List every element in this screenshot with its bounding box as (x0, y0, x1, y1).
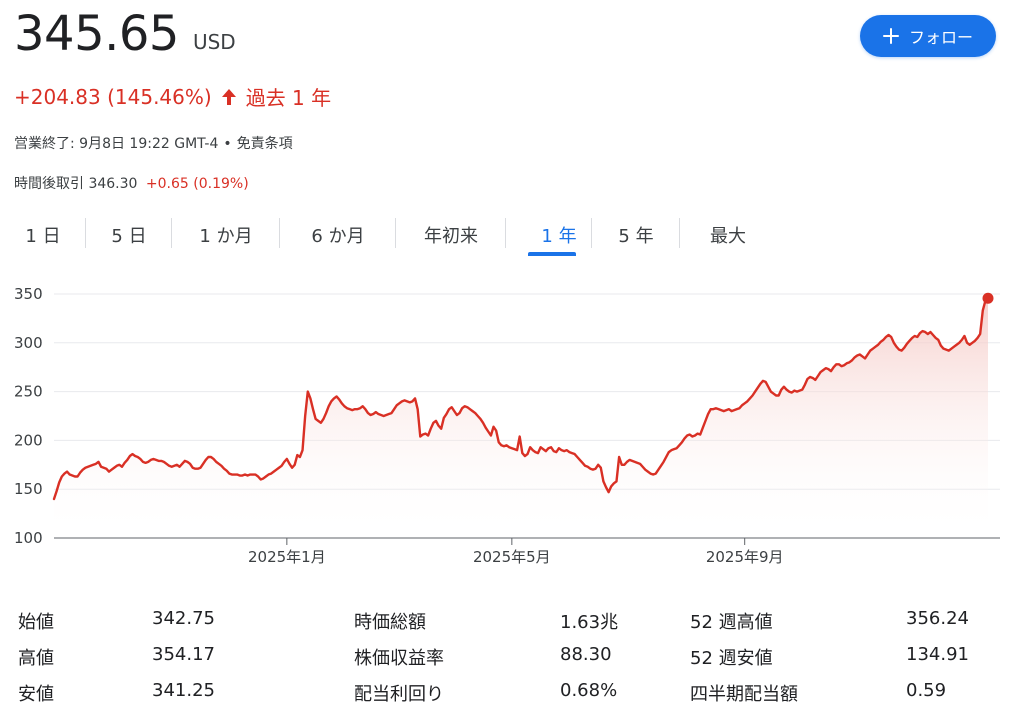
tab-max[interactable]: 最大 (680, 214, 776, 258)
tab-label: 5 日 (111, 226, 147, 247)
tab-1y[interactable]: 1 年 (506, 214, 592, 258)
stat-label-52w-high: 52 週高値 (690, 612, 773, 633)
stat-label-52w-low: 52 週安値 (690, 648, 773, 669)
price-chart[interactable]: 100 150 200 250 300 350 2025年1月 2025年5月 2025年9月 (0, 270, 1024, 580)
current-price: 345.65 (14, 6, 179, 62)
market-status: 営業終了: 9月8日 19:22 GMT-4 (14, 136, 219, 152)
tab-label: 5 年 (618, 226, 654, 247)
separator: • (223, 136, 232, 152)
plus-icon (882, 28, 899, 44)
stat-value-market-cap: 1.63兆 (560, 612, 619, 633)
y-tick-label: 200 (14, 431, 43, 449)
tab-label: 1 か月 (199, 226, 253, 247)
stat-label-quarterly-dividend: 四半期配当額 (690, 684, 798, 705)
after-hours-change: +0.65 (0.19%) (145, 176, 249, 192)
price-change: +204.83 (145.46%) (14, 84, 212, 109)
tab-ytd[interactable]: 年初来 (396, 214, 506, 258)
y-axis: 100 150 200 250 300 350 (14, 285, 43, 547)
x-tick-label: 2025年1月 (248, 548, 326, 566)
tab-1d[interactable]: 1 日 (0, 214, 86, 258)
stat-value-dividend-yield: 0.68% (560, 680, 618, 701)
tab-label: 1 年 (541, 226, 577, 247)
tab-label: 年初来 (424, 226, 478, 247)
last-price-dot (982, 292, 994, 304)
stat-value-pe-ratio: 88.30 (560, 644, 612, 665)
stat-label-pe-ratio: 株価収益率 (354, 648, 444, 669)
arrow-up-icon (220, 87, 238, 107)
tab-label: 最大 (710, 226, 746, 247)
change-period: 過去 1 年 (245, 86, 332, 110)
price-area (54, 298, 988, 538)
stat-value-low: 341.25 (152, 680, 215, 701)
after-hours-row: 時間後取引 346.30 +0.65 (0.19%) (14, 173, 331, 193)
stat-label-market-cap: 時価総額 (354, 612, 426, 633)
stat-value-52w-low: 134.91 (906, 644, 969, 665)
follow-button[interactable]: フォロー (860, 15, 996, 57)
key-stats: 始値 342.75 時価総額 1.63兆 52 週高値 356.24 高値 35… (0, 600, 1024, 720)
y-tick-label: 100 (14, 529, 43, 547)
after-hours-label: 時間後取引 (14, 176, 84, 192)
market-status-row: 営業終了: 9月8日 19:22 GMT-4 • 免責条項 (14, 133, 331, 153)
stat-label-dividend-yield: 配当利回り (354, 684, 444, 705)
y-tick-label: 250 (14, 383, 43, 401)
stat-label-low: 安値 (18, 684, 54, 705)
y-tick-label: 300 (14, 334, 43, 352)
y-tick-label: 150 (14, 480, 43, 498)
x-axis: 2025年1月 2025年5月 2025年9月 (248, 538, 784, 566)
stat-value-open: 342.75 (152, 608, 215, 629)
tab-label: 6 か月 (311, 226, 365, 247)
tab-5d[interactable]: 5 日 (86, 214, 172, 258)
price-change-row: +204.83 (145.46%) 過去 1 年 (14, 82, 331, 111)
tab-6m[interactable]: 6 か月 (280, 214, 396, 258)
stat-value-high: 354.17 (152, 644, 215, 665)
tab-1m[interactable]: 1 か月 (172, 214, 280, 258)
active-tab-indicator (528, 252, 576, 256)
price-row: 345.65 USD (14, 10, 331, 58)
follow-button-label: フォロー (908, 28, 973, 47)
tab-5y[interactable]: 5 年 (592, 214, 680, 258)
stat-value-quarterly-dividend: 0.59 (906, 680, 947, 701)
quote-header: 345.65 USD +204.83 (145.46%) 過去 1 年 営業終了… (14, 10, 331, 193)
stat-label-high: 高値 (18, 648, 54, 669)
stat-value-52w-high: 356.24 (906, 608, 969, 629)
stat-label-open: 始値 (18, 612, 54, 633)
after-hours-price: 346.30 (88, 176, 138, 192)
x-tick-label: 2025年5月 (473, 548, 551, 566)
disclaimer-link[interactable]: 免責条項 (237, 136, 293, 152)
x-tick-label: 2025年9月 (706, 548, 784, 566)
tab-label: 1 日 (25, 226, 61, 247)
currency-label: USD (192, 30, 236, 54)
y-tick-label: 350 (14, 285, 43, 303)
range-tabs: 1 日 5 日 1 か月 6 か月 年初来 1 年 5 年 最大 (0, 214, 776, 258)
